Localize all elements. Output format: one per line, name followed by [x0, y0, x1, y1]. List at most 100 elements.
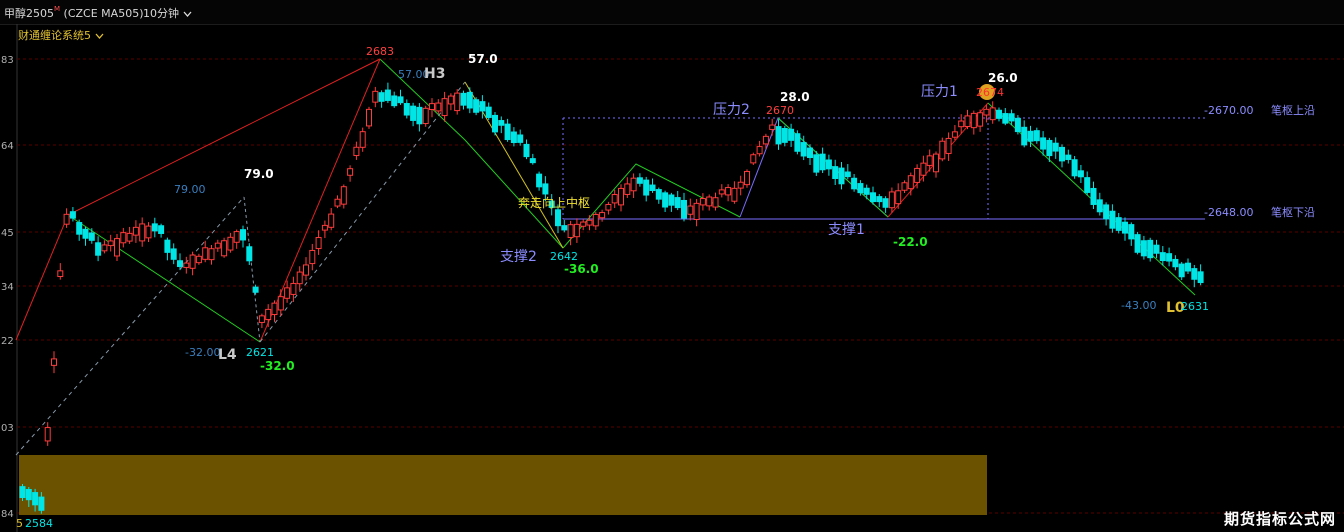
- candle-body: [863, 187, 870, 195]
- candle-body: [737, 181, 744, 189]
- candle-body: [920, 162, 927, 176]
- candle-body: [788, 128, 795, 141]
- candle-body: [624, 183, 631, 195]
- candle-body: [769, 124, 776, 130]
- amp-label: -22.0: [893, 235, 928, 249]
- candle-body: [44, 427, 51, 442]
- candle-body: [170, 248, 177, 260]
- kline-chart[interactable]: 83 64 45 34 22 03 84 2683 57.00 H3 57.0 …: [0, 0, 1344, 532]
- candle-body: [586, 219, 593, 226]
- candle-body: [384, 89, 391, 101]
- candle-body: [372, 90, 379, 103]
- candle-body: [1021, 126, 1028, 146]
- candle-body: [107, 240, 114, 247]
- candle-body: [605, 203, 612, 211]
- candle-body: [479, 101, 486, 112]
- candle-body: [429, 103, 435, 111]
- candle-body: [403, 103, 410, 116]
- candle-body: [95, 242, 102, 256]
- candle-body: [555, 209, 561, 227]
- candle-body: [353, 146, 360, 157]
- candle-body: [649, 184, 656, 192]
- candle-body: [303, 264, 309, 276]
- candle-body: [618, 187, 624, 206]
- candle-body: [347, 168, 354, 176]
- candle-body: [687, 205, 694, 215]
- candle-body: [145, 225, 152, 239]
- candle-body: [1046, 139, 1053, 157]
- candle-body: [1096, 199, 1103, 213]
- candle-body: [807, 147, 813, 159]
- candle-body: [422, 107, 429, 125]
- candle-body: [907, 175, 914, 190]
- candle-body: [718, 189, 725, 195]
- candle-body: [857, 183, 864, 194]
- candle-body: [391, 95, 398, 107]
- candle-body: [315, 237, 322, 250]
- candle-body: [819, 153, 826, 171]
- watermark: 期货指标公式网: [1223, 510, 1336, 528]
- candle-body: [114, 238, 120, 257]
- amp-small: 79.00: [174, 183, 206, 196]
- pivot-label: 奔走向上中枢: [518, 195, 590, 210]
- candle-body: [964, 115, 971, 127]
- candle-body: [1147, 239, 1154, 259]
- candle-body: [25, 488, 32, 501]
- candle-body: [958, 120, 965, 128]
- candle-body: [416, 106, 423, 125]
- candle-body: [76, 222, 83, 235]
- candle-body: [1166, 253, 1173, 262]
- candle-body: [435, 102, 442, 112]
- candle-body: [1008, 113, 1015, 122]
- candle-body: [151, 223, 158, 232]
- candle-body: [1197, 271, 1204, 284]
- candle-body: [410, 105, 417, 121]
- candle-body: [284, 287, 291, 299]
- candle-body: [1040, 137, 1047, 150]
- candle-body: [794, 133, 801, 152]
- candle-body: [38, 496, 45, 511]
- amp-small: 5: [16, 517, 23, 530]
- candle-body: [731, 187, 738, 202]
- candle-body: [1059, 146, 1065, 162]
- amp-label: 28.0: [780, 90, 810, 104]
- candle-body: [51, 358, 57, 366]
- candle-body: [57, 270, 64, 278]
- candle-body: [939, 140, 946, 160]
- candle-body: [32, 492, 39, 506]
- candle-body: [271, 302, 278, 316]
- candle-body: [447, 95, 454, 105]
- price-label: 2631: [1181, 300, 1209, 313]
- candle-body: [63, 213, 70, 225]
- candle-body: [542, 183, 549, 195]
- candle-body: [611, 194, 618, 204]
- candle-body: [951, 131, 958, 138]
- candle-body: [825, 159, 832, 170]
- candle-body: [876, 196, 883, 203]
- candle-body: [504, 123, 511, 141]
- candle-body: [933, 153, 939, 173]
- candle-body: [454, 92, 461, 112]
- candle-body: [662, 192, 669, 208]
- candle-body: [1052, 142, 1059, 152]
- candle-body: [895, 190, 902, 205]
- candle-body: [529, 158, 536, 164]
- candle-body: [1134, 234, 1141, 253]
- candle-body: [996, 109, 1002, 119]
- candle-body: [1065, 154, 1072, 160]
- price-grid: [17, 58, 1344, 514]
- candle-body: [290, 282, 297, 295]
- candle-body: [1122, 221, 1128, 234]
- candlestick-series: [19, 82, 1204, 514]
- candle-body: [252, 286, 259, 293]
- candle-body: [838, 167, 845, 185]
- candle-body: [1172, 258, 1179, 268]
- candle-body: [901, 182, 908, 191]
- candle-body: [882, 198, 889, 208]
- y-tick: 03: [1, 423, 14, 434]
- candle-body: [668, 194, 675, 206]
- candle-body: [246, 246, 253, 262]
- candle-body: [1159, 252, 1166, 262]
- price-label: 2670: [766, 104, 794, 117]
- candle-body: [1033, 130, 1040, 142]
